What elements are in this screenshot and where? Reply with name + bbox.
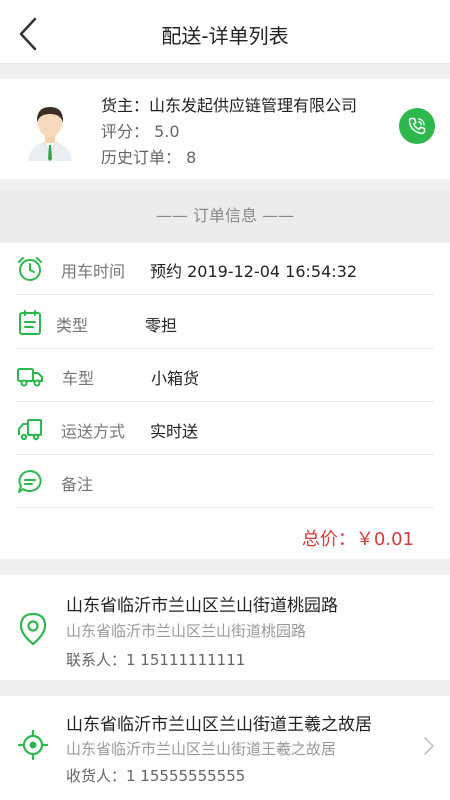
delivery-method-label: 运送方式 xyxy=(61,422,126,441)
clipboard-icon xyxy=(19,310,41,335)
type-label: 类型 xyxy=(56,316,89,335)
chat-bubble-icon xyxy=(18,470,42,493)
shipper-rating: 评分： 5.0 xyxy=(101,122,180,141)
avatar xyxy=(28,107,72,161)
dropoff-address-card[interactable]: 山东省临沂市兰山区兰山街道王羲之故居 山东省临沂市兰山区兰山街道王羲之故居 收货… xyxy=(0,696,450,800)
remarks-label: 备注 xyxy=(61,475,94,494)
shipper-history: 历史订单： 8 xyxy=(101,148,197,167)
truck-icon xyxy=(17,368,43,387)
location-pin-icon xyxy=(19,612,47,646)
chevron-right-icon[interactable] xyxy=(422,736,436,756)
dropoff-contact: 收货人：1 15555555555 xyxy=(66,767,246,785)
row-vehicle-type: 车型 小箱货 xyxy=(16,350,434,402)
row-type: 类型 零担 xyxy=(16,297,434,349)
order-info-card: 用车时间 预约 2019-12-04 16:54:32 类型 零担 车型 小箱货… xyxy=(0,243,450,559)
target-icon xyxy=(18,730,48,760)
page-title: 配送-详单列表 xyxy=(161,24,289,48)
row-use-time: 用车时间 预约 2019-12-04 16:54:32 xyxy=(16,243,434,295)
pickup-address: 山东省临沂市兰山区兰山街道桃园路 xyxy=(66,596,338,616)
call-button[interactable] xyxy=(399,108,435,144)
delivery-method-value: 实时送 xyxy=(150,422,199,441)
shipper-card: 货主：山东发起供应链管理有限公司 评分： 5.0 历史订单： 8 xyxy=(0,79,450,179)
dropoff-address-detail: 山东省临沂市兰山区兰山街道王羲之故居 xyxy=(66,740,337,758)
alarm-clock-icon xyxy=(18,257,42,281)
total-price: 总价：￥0.01 xyxy=(301,529,414,550)
delivery-truck-icon xyxy=(18,419,42,441)
phone-icon xyxy=(408,117,426,135)
use-time-value: 预约 2019-12-04 16:54:32 xyxy=(150,262,358,281)
vehicle-type-value: 小箱货 xyxy=(151,369,200,388)
pickup-address-card[interactable]: 山东省临沂市兰山区兰山街道桃园路 山东省临沂市兰山区兰山街道桃园路 联系人：1 … xyxy=(0,575,450,680)
pickup-contact: 联系人：1 15111111111 xyxy=(66,651,246,669)
type-value: 零担 xyxy=(145,316,178,335)
pickup-address-detail: 山东省临沂市兰山区兰山街道桃园路 xyxy=(66,622,307,640)
dropoff-address: 山东省临沂市兰山区兰山街道王羲之故居 xyxy=(66,715,372,735)
shipper-name: 货主：山东发起供应链管理有限公司 xyxy=(101,96,358,115)
order-info-heading: —— 订单信息 —— xyxy=(0,190,450,242)
use-time-label: 用车时间 xyxy=(61,262,126,281)
row-remarks[interactable]: 备注 xyxy=(16,456,434,508)
row-delivery-method: 运送方式 实时送 xyxy=(16,403,434,455)
nav-header: 配送-详单列表 xyxy=(0,0,450,64)
vehicle-type-label: 车型 xyxy=(62,369,95,388)
